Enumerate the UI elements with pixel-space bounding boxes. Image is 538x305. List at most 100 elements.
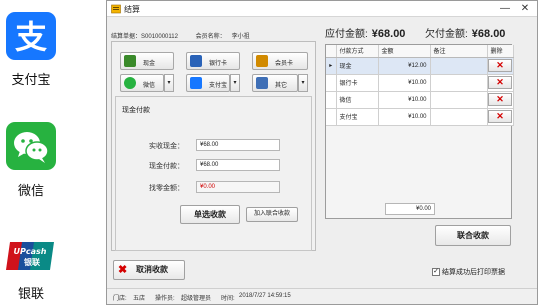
cancel-label: 取消收款 (136, 265, 168, 274)
row-amount[interactable]: ¥12.00 (378, 57, 431, 75)
store-value: 五店 (133, 296, 146, 302)
brand-column: 支 支付宝 微信 UPcash 银联 银联 (0, 0, 62, 305)
title-bar: 结算 — ✕ (107, 1, 537, 17)
cash-pay-label: 现金付款： (149, 163, 184, 170)
pay-alipay-label: 支付宝 (209, 83, 228, 89)
delete-row-icon[interactable]: ✕ (488, 59, 512, 72)
payment-table: 付款方式 金额 备注 删除 ▸ 现金 ¥12.00 ✕ 银行卡 ¥10.00 ✕… (326, 45, 514, 126)
delete-row-icon[interactable]: ✕ (488, 76, 512, 89)
union-pay-button[interactable]: 联合收款 (435, 225, 511, 246)
wechat-label: 微信 (17, 183, 44, 198)
close-button[interactable]: ✕ (515, 2, 535, 15)
window-title: 结算 (124, 5, 140, 14)
alipay-pay-icon (190, 77, 202, 89)
pay-cash-label: 现金 (143, 61, 156, 67)
other-pay-icon (256, 77, 268, 89)
unionpay-logo-top-text: UPcash (14, 247, 47, 256)
table-row[interactable]: ▸ 现金 ¥12.00 ✕ (326, 57, 514, 75)
pay-member-card-button[interactable]: 会员卡 (252, 52, 308, 70)
wechat-pay-icon (124, 77, 136, 89)
row-marker-icon: ▸ (326, 57, 337, 75)
row-marker-cell (326, 108, 337, 126)
operator-label: 操作员: (155, 296, 175, 302)
row-delete-cell: ✕ (487, 91, 514, 109)
column-header[interactable]: 金额 (378, 45, 431, 58)
owed-label: 欠付金额: (425, 29, 468, 40)
pay-wechat-button[interactable]: 微信 (120, 74, 164, 92)
store-label: 门店: (113, 296, 127, 302)
row-note[interactable] (430, 74, 488, 92)
table-row[interactable]: 支付宝 ¥10.00 ✕ (326, 108, 514, 126)
table-row[interactable]: 微信 ¥10.00 ✕ (326, 91, 514, 109)
change-value: ¥0.00 (196, 181, 280, 193)
cash-form-title: 现金付款 (122, 107, 150, 114)
unionpay-logo-icon: UPcash 银联 (6, 238, 56, 274)
row-note[interactable] (430, 108, 488, 126)
cancel-payment-button[interactable]: ✖ 取消收款 (113, 260, 185, 280)
app-icon (111, 4, 121, 14)
wechat-logo-icon (6, 122, 56, 170)
pay-bank-card-label: 银行卡 (209, 61, 228, 67)
wechat-dropdown[interactable]: ▾ (164, 74, 174, 92)
grid-header-row: 付款方式 金额 备注 删除 (326, 45, 514, 58)
time-label: 时间: (221, 296, 235, 302)
checkbox-checked-icon: ✓ (432, 268, 440, 276)
delete-row-icon[interactable]: ✕ (488, 110, 512, 123)
row-method: 支付宝 (336, 108, 379, 126)
pay-other-button[interactable]: 其它 (252, 74, 298, 92)
grid-corner (326, 45, 337, 58)
owed-value: ¥68.00 (471, 28, 506, 40)
column-header[interactable]: 备注 (430, 45, 488, 58)
print-receipt-checkbox[interactable]: ✓ 结算成功后打印票据 (432, 267, 505, 277)
row-amount[interactable]: ¥10.00 (378, 74, 431, 92)
row-amount[interactable]: ¥10.00 (378, 91, 431, 109)
pay-bank-card-button[interactable]: 银行卡 (186, 52, 240, 70)
delete-row-icon[interactable]: ✕ (488, 93, 512, 106)
owed-amount: 欠付金额: ¥68.00 (425, 25, 505, 40)
unionpay-logo-bottom-text: 银联 (23, 257, 40, 267)
minimize-button[interactable]: — (495, 2, 515, 15)
received-input[interactable]: ¥68.00 (196, 139, 280, 151)
row-marker-cell (326, 91, 337, 109)
pay-cash-button[interactable]: 现金 (120, 52, 174, 70)
table-row[interactable]: 银行卡 ¥10.00 ✕ (326, 74, 514, 92)
alipay-logo-icon: 支 (6, 12, 56, 60)
change-label: 找零金额： (149, 185, 184, 192)
row-delete-cell: ✕ (487, 108, 514, 126)
pay-member-card-label: 会员卡 (275, 61, 294, 67)
pay-wechat-label: 微信 (143, 83, 156, 89)
row-amount[interactable]: ¥10.00 (378, 108, 431, 126)
column-header[interactable]: 付款方式 (336, 45, 379, 58)
cash-payment-form: 现金付款 实收现金： ¥68.00 现金付款： ¥68.00 找零金额： ¥0.… (115, 96, 312, 251)
cash-icon (124, 55, 136, 67)
pay-alipay-button[interactable]: 支付宝 (186, 74, 230, 92)
row-delete-cell: ✕ (487, 57, 514, 75)
add-to-union-button[interactable]: 加入联合收款 (246, 207, 298, 222)
member-label: 会员名称： (195, 34, 226, 40)
time-value: 2018/7/27 14:59:15 (239, 293, 291, 299)
member-name: 李小祖 (231, 34, 250, 40)
single-pay-button[interactable]: 单选收款 (180, 205, 240, 224)
operator-value: 超级管理员 (181, 296, 212, 302)
row-marker-cell (326, 74, 337, 92)
settlement-window: 结算 — ✕ 结算单据：S0010000112 会员名称： 李小祖 应付金额: ¥6… (106, 0, 538, 305)
cash-pay-input[interactable]: ¥68.00 (196, 159, 280, 171)
row-delete-cell: ✕ (487, 74, 514, 92)
unionpay-label: 银联 (17, 286, 44, 301)
cancel-icon: ✖ (118, 264, 128, 276)
payable-label: 应付金额: (325, 29, 368, 40)
order-info: 结算单据：S0010000112 会员名称： 李小祖 (111, 31, 250, 40)
other-dropdown[interactable]: ▾ (298, 74, 308, 92)
bank-card-icon (190, 55, 202, 67)
row-note[interactable] (430, 91, 488, 109)
svg-text:支: 支 (15, 18, 47, 56)
row-method: 微信 (336, 91, 379, 109)
print-receipt-label: 结算成功后打印票据 (441, 269, 505, 276)
member-card-icon (256, 55, 268, 67)
grid-total: ¥0.00 (385, 203, 435, 215)
row-method: 银行卡 (336, 74, 379, 92)
column-header[interactable]: 删除 (487, 45, 514, 58)
alipay-dropdown[interactable]: ▾ (230, 74, 240, 92)
received-label: 实收现金： (149, 143, 184, 150)
row-note[interactable] (430, 57, 488, 75)
